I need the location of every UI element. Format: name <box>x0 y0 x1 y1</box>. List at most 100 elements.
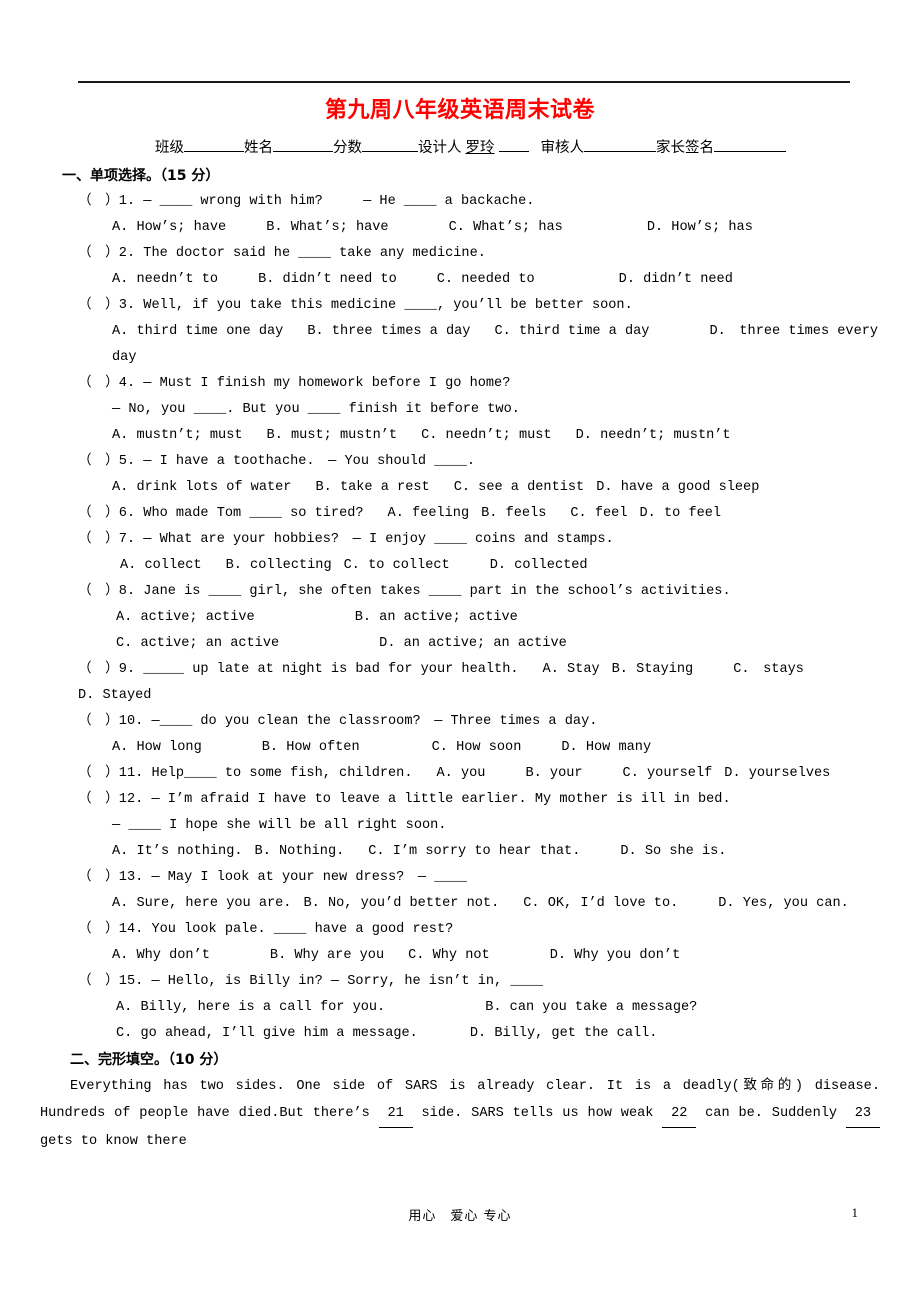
option-b[interactable]: B. must; mustn’t <box>267 428 398 443</box>
option-b[interactable]: B. Staying <box>612 662 694 677</box>
option-b[interactable]: B. your <box>525 766 582 781</box>
option-a[interactable]: A. How’s; have <box>112 220 226 235</box>
cloze-blank-21[interactable]: 21 <box>378 1100 413 1128</box>
option-b[interactable]: B. How often <box>262 740 360 755</box>
question-1-stem-a: — ____ wrong with him? <box>143 194 323 209</box>
option-c[interactable]: C. Why not <box>408 948 490 963</box>
question-8-stem: （ ）8. Jane is ____ girl, she often takes… <box>40 579 880 605</box>
option-d[interactable]: D. Stayed <box>78 688 151 703</box>
option-b[interactable]: B. can you take a message? <box>485 1000 697 1015</box>
question-4-options: A. mustn’t; must B. must; mustn’t C. needn… <box>40 423 880 449</box>
parent-sign-label: 家长签名 <box>656 140 714 156</box>
option-b[interactable]: B. an active; active <box>355 610 518 625</box>
class-blank[interactable] <box>184 151 244 152</box>
question-10-marker[interactable]: （ ）10. <box>78 714 143 729</box>
option-d[interactable]: D. Billy, get the call. <box>470 1026 658 1041</box>
cloze-blank-22[interactable]: 22 <box>662 1100 697 1128</box>
parent-sign-blank[interactable] <box>714 151 786 152</box>
question-14-marker[interactable]: （ ）14. <box>78 922 143 937</box>
option-a[interactable]: A. Why don’t <box>112 948 210 963</box>
option-a[interactable]: A. Sure, here you are. <box>112 896 291 911</box>
question-9-marker[interactable]: （ ）9. <box>78 662 135 677</box>
option-a[interactable]: A. collect <box>120 558 202 573</box>
option-a[interactable]: A. feeling <box>388 506 470 521</box>
question-12-options: A. It’s nothing. B. Nothing. C. I’m sorry … <box>40 839 880 865</box>
question-15-options-row-1: A. Billy, here is a call for you. B. can … <box>40 995 880 1021</box>
option-d[interactable]: D. How many <box>561 740 651 755</box>
option-a[interactable]: A. you <box>436 766 485 781</box>
option-a[interactable]: A. needn’t to <box>112 272 218 287</box>
option-a[interactable]: A. active; active <box>116 610 255 625</box>
option-b[interactable]: B. feels <box>481 506 546 521</box>
question-3-marker[interactable]: （ ）3. <box>78 298 135 313</box>
option-c[interactable]: C. OK, I’d love to. <box>523 896 678 911</box>
option-b[interactable]: B. Nothing. <box>255 844 345 859</box>
option-d[interactable]: D. didn’t need <box>619 272 733 287</box>
score-blank[interactable] <box>362 151 418 152</box>
question-5-marker[interactable]: （ ）5. <box>78 454 135 469</box>
option-d[interactable]: D. How’s; has <box>647 220 753 235</box>
footer-page-number: 1 <box>851 1205 859 1220</box>
question-5-options: A. drink lots of water B. take a rest C. s… <box>40 475 880 501</box>
reviewer-blank[interactable] <box>584 151 656 152</box>
question-7-marker[interactable]: （ ）7. <box>78 532 135 547</box>
question-5-stem: （ ）5. — I have a toothache. — You should… <box>40 449 880 475</box>
option-d[interactable]: D. needn’t; mustn’t <box>576 428 731 443</box>
option-b[interactable]: B. collecting <box>226 558 332 573</box>
option-c[interactable]: C. needed to <box>437 272 535 287</box>
option-b[interactable]: B. Why are you <box>270 948 384 963</box>
option-c[interactable]: C. see a dentist <box>454 480 585 495</box>
question-12-marker[interactable]: （ ）12. <box>78 792 143 807</box>
option-b[interactable]: B. What’s; have <box>266 220 388 235</box>
name-blank[interactable] <box>273 151 333 152</box>
student-info-line: 班级 姓名 分数 设计人 罗玲 审核人 家长签名 <box>155 136 875 157</box>
option-b[interactable]: B. take a rest <box>315 480 429 495</box>
option-a[interactable]: A. drink lots of water <box>112 480 291 495</box>
question-9-line: （ ）9. _____ up late at night is bad for … <box>40 657 880 683</box>
question-13-marker[interactable]: （ ）13. <box>78 870 143 885</box>
question-14-options: A. Why don’t B. Why are you C. Why not D. W… <box>40 943 880 969</box>
question-1-marker[interactable]: （ ）1. <box>78 194 135 209</box>
question-15-options-row-2: C. go ahead, I’ll give him a message. D. … <box>40 1021 880 1047</box>
option-d[interactable]: D. to feel <box>640 506 722 521</box>
question-8-options-row-1: A. active; active B. an active; active <box>40 605 880 631</box>
option-a[interactable]: A. mustn’t; must <box>112 428 243 443</box>
option-c[interactable]: C. to collect <box>344 558 450 573</box>
option-c[interactable]: C. stays <box>733 662 804 677</box>
option-c[interactable]: C. What’s; has <box>449 220 563 235</box>
question-9-wrapped-option[interactable]: D. Stayed <box>40 683 880 709</box>
option-c[interactable]: C. feel <box>570 506 627 521</box>
option-b[interactable]: B. three times a day <box>307 324 470 339</box>
question-6-marker[interactable]: （ ）6. <box>78 506 135 521</box>
question-15-marker[interactable]: （ ）15. <box>78 974 143 989</box>
option-a[interactable]: A. Billy, here is a call for you. <box>116 1000 385 1015</box>
option-b[interactable]: B. didn’t need to <box>258 272 397 287</box>
cloze-part-4: gets to know there <box>40 1134 187 1149</box>
question-11-marker[interactable]: （ ）11. <box>78 766 143 781</box>
option-c[interactable]: C. active; an active <box>116 636 279 651</box>
option-d[interactable]: D. Yes, you can. <box>718 896 849 911</box>
question-4-stem-b: — No, you ____. But you ____ finish it b… <box>40 397 880 423</box>
option-d[interactable]: D. So she is. <box>620 844 726 859</box>
option-c[interactable]: C. yourself <box>623 766 713 781</box>
option-d[interactable]: D. Why you don’t <box>550 948 681 963</box>
option-c[interactable]: C. I’m sorry to hear that. <box>368 844 580 859</box>
option-a[interactable]: A. Stay <box>543 662 600 677</box>
option-a[interactable]: A. How long <box>112 740 202 755</box>
option-c[interactable]: C. How soon <box>432 740 522 755</box>
option-a[interactable]: A. It’s nothing. <box>112 844 243 859</box>
option-d[interactable]: D. have a good sleep <box>596 480 759 495</box>
option-a[interactable]: A. third time one day <box>112 324 283 339</box>
question-2-marker[interactable]: （ ）2. <box>78 246 135 261</box>
option-d[interactable]: D. an active; an active <box>379 636 567 651</box>
option-c[interactable]: C. needn’t; must <box>421 428 552 443</box>
question-3-options: A. third time one day B. three times a da… <box>40 319 880 371</box>
option-d[interactable]: D. yourselves <box>724 766 830 781</box>
option-c[interactable]: C. third time a day <box>494 324 649 339</box>
question-8-marker[interactable]: （ ）8. <box>78 584 135 599</box>
option-d[interactable]: D. collected <box>490 558 588 573</box>
cloze-blank-23[interactable]: 23 <box>845 1100 880 1128</box>
option-c[interactable]: C. go ahead, I’ll give him a message. <box>116 1026 418 1041</box>
option-b[interactable]: B. No, you’d better not. <box>303 896 499 911</box>
question-4-marker[interactable]: （ ）4. <box>78 376 135 391</box>
